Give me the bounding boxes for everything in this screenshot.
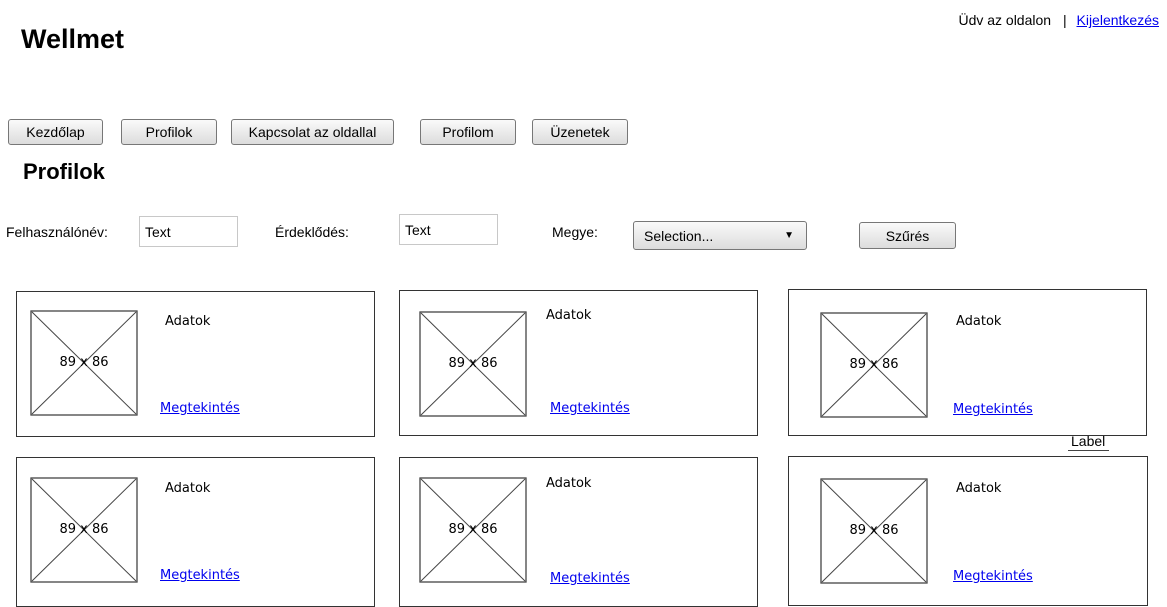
- profile-details: Adatok: [956, 314, 1002, 329]
- view-profile-link[interactable]: Megtekintés: [953, 569, 1033, 584]
- image-size-label: 89 x 86: [59, 355, 109, 370]
- page-title: Profilok: [23, 159, 105, 184]
- image-placeholder-icon: 89 x 86: [820, 478, 928, 584]
- profile-card: 89 x 86 Adatok Megtekintés: [788, 289, 1147, 436]
- interest-label: Érdeklődés:: [275, 224, 349, 240]
- profile-details: Adatok: [546, 308, 592, 323]
- image-placeholder-icon: 89 x 86: [30, 310, 138, 416]
- profile-card: 89 x 86 Adatok Megtekintés: [788, 456, 1148, 606]
- interest-input[interactable]: [399, 214, 498, 245]
- image-placeholder-icon: 89 x 86: [419, 311, 527, 417]
- profile-details: Adatok: [956, 481, 1002, 496]
- profile-details: Adatok: [165, 481, 211, 496]
- username-input[interactable]: [139, 216, 238, 247]
- profile-card: 89 x 86 Adatok Megtekintés: [399, 290, 758, 436]
- profile-details: Adatok: [546, 476, 592, 491]
- view-profile-link[interactable]: Megtekintés: [160, 401, 240, 416]
- profile-card: 89 x 86 Adatok Megtekintés: [16, 291, 375, 437]
- nav-home-button[interactable]: Kezdőlap: [8, 119, 103, 145]
- nav-contact-button[interactable]: Kapcsolat az oldallal: [231, 119, 394, 145]
- view-profile-link[interactable]: Megtekintés: [550, 571, 630, 586]
- image-placeholder-icon: 89 x 86: [820, 312, 928, 418]
- nav-profiles-button[interactable]: Profilok: [121, 119, 217, 145]
- separator: |: [1062, 12, 1067, 28]
- profile-card: 89 x 86 Adatok Megtekintés: [399, 457, 758, 607]
- nav-messages-button[interactable]: Üzenetek: [532, 119, 628, 145]
- image-size-label: 89 x 86: [849, 357, 899, 372]
- filter-button[interactable]: Szűrés: [859, 222, 956, 249]
- image-size-label: 89 x 86: [849, 523, 899, 538]
- image-placeholder-icon: 89 x 86: [30, 477, 138, 583]
- image-placeholder-icon: 89 x 86: [419, 477, 527, 583]
- nav-my-profile-button[interactable]: Profilom: [420, 119, 516, 145]
- chevron-down-icon: ▼: [784, 230, 794, 241]
- image-size-label: 89 x 86: [59, 522, 109, 537]
- view-profile-link[interactable]: Megtekintés: [160, 568, 240, 583]
- divider: [1068, 450, 1109, 451]
- county-label: Megye:: [552, 224, 598, 240]
- user-greeting-bar: Üdv az oldalon | Kijelentkezés: [958, 12, 1159, 28]
- logout-link[interactable]: Kijelentkezés: [1077, 12, 1160, 28]
- profile-card: 89 x 86 Adatok Megtekintés: [16, 457, 375, 607]
- county-select[interactable]: Selection... ▼: [633, 221, 807, 250]
- profile-details: Adatok: [165, 314, 211, 329]
- extra-label: Label: [1071, 433, 1106, 449]
- county-select-value: Selection...: [644, 227, 714, 244]
- image-size-label: 89 x 86: [448, 522, 498, 537]
- welcome-text: Üdv az oldalon: [958, 12, 1052, 28]
- username-label: Felhasználónév:: [6, 224, 108, 240]
- site-title: Wellmet: [21, 24, 125, 54]
- view-profile-link[interactable]: Megtekintés: [953, 402, 1033, 417]
- image-size-label: 89 x 86: [448, 356, 498, 371]
- view-profile-link[interactable]: Megtekintés: [550, 401, 630, 416]
